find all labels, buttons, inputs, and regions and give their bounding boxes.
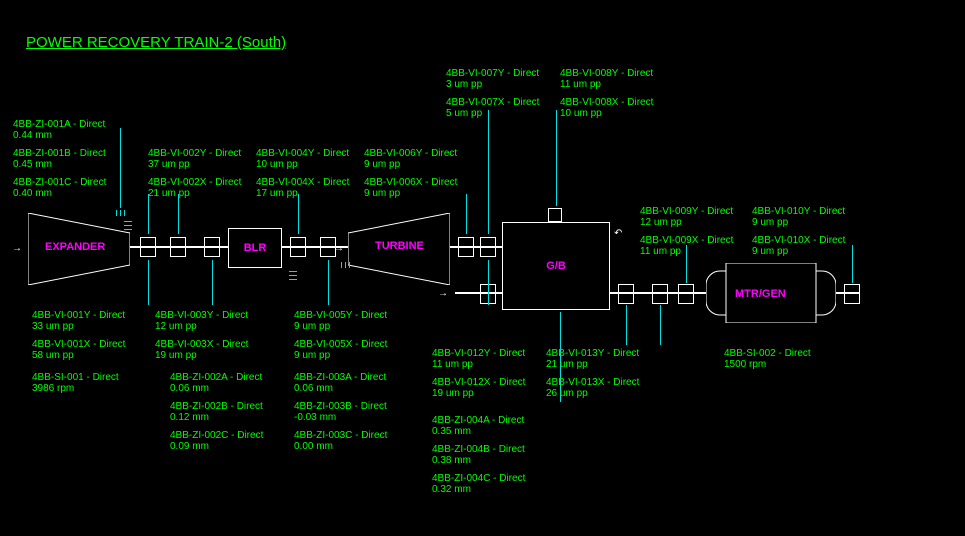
sensor-vi009x: 4BB-VI-009X - Direct11 um pp	[640, 235, 733, 257]
sensor-vi007y: 4BB-VI-007Y - Direct3 um pp	[446, 68, 539, 90]
sensor-vi007x: 4BB-VI-007X - Direct5 um pp	[446, 97, 539, 119]
blr-label: BLR	[244, 242, 267, 254]
sensor-zi003c: 4BB-ZI-003C - Direct0.00 mm	[294, 430, 387, 452]
sensor-vi013y: 4BB-VI-013Y - Direct21 um pp	[546, 348, 639, 370]
gearbox-stub	[548, 208, 562, 222]
sensor-vi012x: 4BB-VI-012X - Direct19 um pp	[432, 377, 525, 399]
sensor-vi005y: 4BB-VI-005Y - Direct9 um pp	[294, 310, 387, 332]
sensor-vi010x: 4BB-VI-010X - Direct9 um pp	[752, 235, 845, 257]
sensor-zi003a: 4BB-ZI-003A - Direct0.06 mm	[294, 372, 386, 394]
sensor-vi004x: 4BB-VI-004X - Direct17 um pp	[256, 177, 349, 199]
sensor-zi004a: 4BB-ZI-004A - Direct0.35 mm	[432, 415, 524, 437]
diagram-title: POWER RECOVERY TRAIN-2 (South)	[26, 34, 286, 51]
sensor-vi005x: 4BB-VI-005X - Direct9 um pp	[294, 339, 387, 361]
rotation-icon: ↶	[614, 228, 622, 239]
sensor-vi001x: 4BB-VI-001X - Direct58 um pp	[32, 339, 125, 361]
sensor-vi006y: 4BB-VI-006Y - Direct9 um pp	[364, 148, 457, 170]
gearbox-label: G/B	[546, 260, 566, 272]
blr-box: BLR	[228, 228, 282, 268]
sensor-vi001y: 4BB-VI-001Y - Direct33 um pp	[32, 310, 125, 332]
sensor-si002: 4BB-SI-002 - Direct1500 rpm	[724, 348, 811, 370]
sensor-zi002a: 4BB-ZI-002A - Direct0.06 mm	[170, 372, 262, 394]
sensor-vi008y: 4BB-VI-008Y - Direct11 um pp	[560, 68, 653, 90]
sensor-si001: 4BB-SI-001 - Direct3986 rpm	[32, 372, 119, 394]
sensor-zi002c: 4BB-ZI-002C - Direct0.09 mm	[170, 430, 263, 452]
sensor-vi003x: 4BB-VI-003X - Direct19 um pp	[155, 339, 248, 361]
sensor-vi003y: 4BB-VI-003Y - Direct12 um pp	[155, 310, 248, 332]
arrow-icon: →	[438, 288, 448, 299]
sensor-zi001a: 4BB-ZI-001A - Direct0.44 mm	[13, 119, 105, 141]
sensor-zi001c: 4BB-ZI-001C - Direct0.40 mm	[13, 177, 106, 199]
sensor-vi010y: 4BB-VI-010Y - Direct9 um pp	[752, 206, 845, 228]
sensor-vi008x: 4BB-VI-008X - Direct10 um pp	[560, 97, 653, 119]
sensor-zi004c: 4BB-ZI-004C - Direct0.32 mm	[432, 473, 525, 495]
sensor-zi004b: 4BB-ZI-004B - Direct0.38 mm	[432, 444, 525, 466]
mtrgen-label: MTR/GEN	[735, 288, 786, 300]
sensor-vi002y: 4BB-VI-002Y - Direct37 um pp	[148, 148, 241, 170]
expander-label: EXPANDER	[45, 241, 105, 253]
sensor-vi002x: 4BB-VI-002X - Direct21 um pp	[148, 177, 241, 199]
sensor-zi003b: 4BB-ZI-003B - Direct-0.03 mm	[294, 401, 387, 423]
sensor-vi009y: 4BB-VI-009Y - Direct12 um pp	[640, 206, 733, 228]
turbine-label: TURBINE	[375, 240, 424, 252]
sensor-zi001b: 4BB-ZI-001B - Direct0.45 mm	[13, 148, 106, 170]
arrow-icon: →	[12, 243, 22, 254]
sensor-vi004y: 4BB-VI-004Y - Direct10 um pp	[256, 148, 349, 170]
gearbox-box: G/B	[502, 222, 610, 310]
sensor-vi013x: 4BB-VI-013X - Direct26 um pp	[546, 377, 639, 399]
sensor-vi006x: 4BB-VI-006X - Direct9 um pp	[364, 177, 457, 199]
sensor-vi012y: 4BB-VI-012Y - Direct11 um pp	[432, 348, 525, 370]
sensor-zi002b: 4BB-ZI-002B - Direct0.12 mm	[170, 401, 263, 423]
